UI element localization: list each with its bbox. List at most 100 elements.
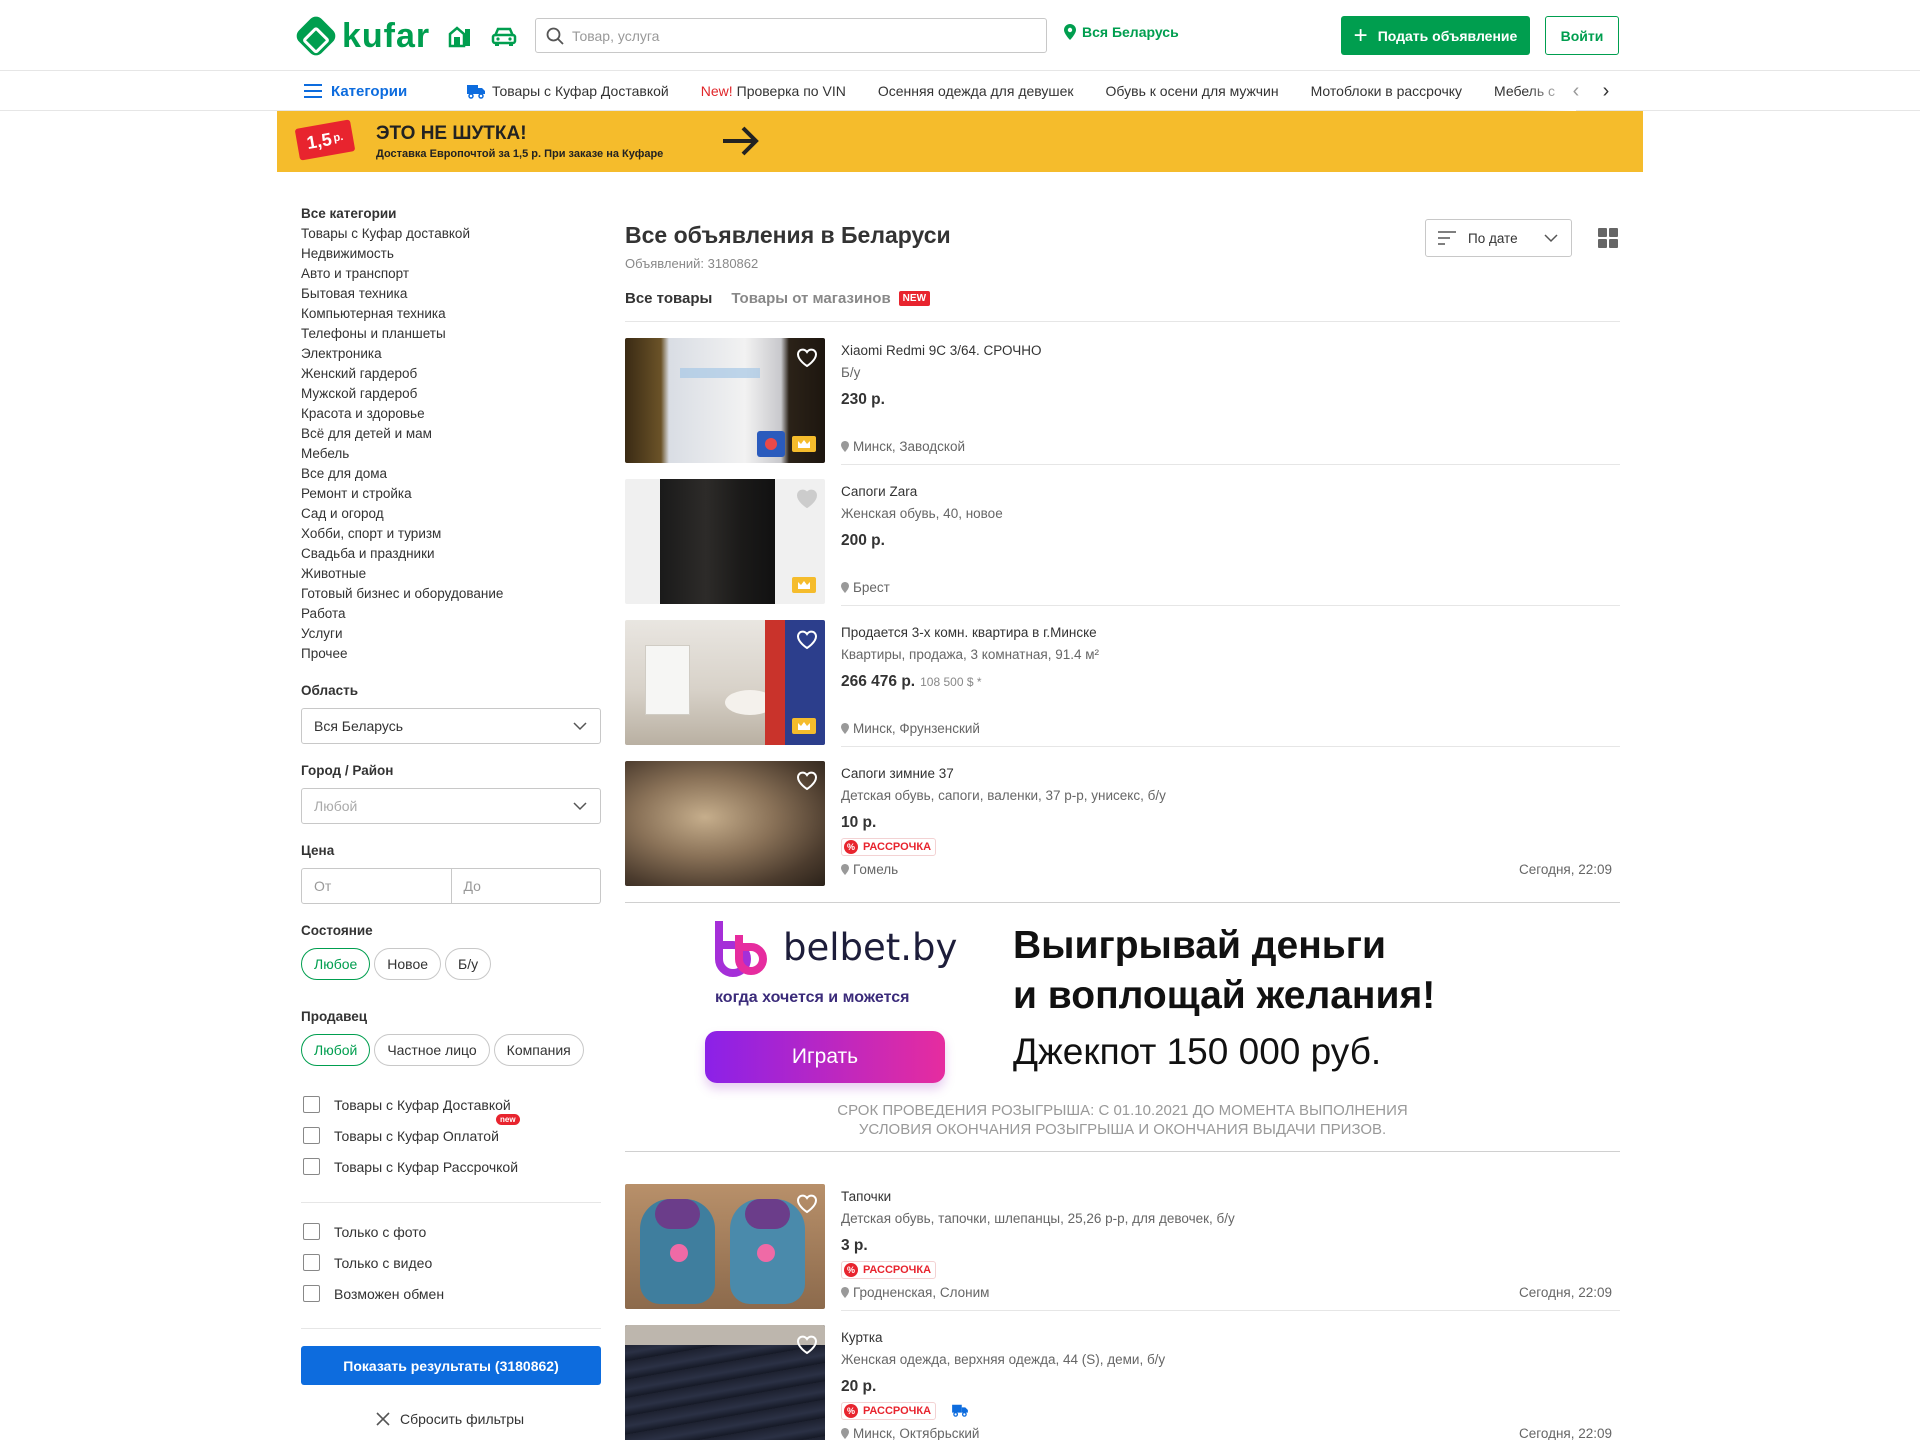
car-icon[interactable]	[490, 22, 518, 50]
chevron-right-icon[interactable]: ›	[1596, 80, 1616, 102]
filter-sidebar: Все категории Товары с Куфар доставкой Н…	[301, 204, 601, 1427]
checkbox-box[interactable]	[303, 1223, 320, 1240]
checkbox-box[interactable]	[303, 1096, 320, 1113]
category-item[interactable]: Животные	[301, 564, 601, 584]
promo-banner[interactable]: 1,5 р. ЭТО НЕ ШУТКА! Доставка Европочтой …	[277, 111, 1643, 172]
category-item[interactable]: Работа	[301, 604, 601, 624]
listing-photo[interactable]	[625, 1325, 825, 1440]
seller-any-chip[interactable]: Любой	[301, 1034, 371, 1066]
category-item[interactable]: Электроника	[301, 344, 601, 364]
listing-item[interactable]: Тапочки Детская обувь, тапочки, шлепанцы…	[625, 1184, 1620, 1311]
tab-shop-goods[interactable]: Товары от магазинов NEW	[731, 290, 931, 307]
city-select-placeholder: Любой	[314, 798, 358, 814]
exchange-checkbox[interactable]: Возможен обмен	[303, 1285, 444, 1302]
category-item[interactable]: Бытовая техника	[301, 284, 601, 304]
category-item[interactable]: Компьютерная техника	[301, 304, 601, 324]
category-item[interactable]: Всё для детей и мам	[301, 424, 601, 444]
heart-icon[interactable]	[796, 1335, 818, 1355]
category-item[interactable]: Услуги	[301, 624, 601, 644]
login-button[interactable]: Войти	[1545, 16, 1619, 55]
truck-icon	[952, 1404, 968, 1417]
listing-title[interactable]: Продается 3-х комн. квартира в г.Минске	[841, 625, 1097, 640]
nav-link-delivery[interactable]: Товары с Куфар Доставкой	[466, 83, 669, 99]
listing-item[interactable]: Сапоги зимние 37 Детская обувь, сапоги, …	[625, 761, 1620, 888]
price-range: От До	[301, 868, 601, 904]
category-item[interactable]: Красота и здоровье	[301, 404, 601, 424]
category-item[interactable]: Ремонт и стройка	[301, 484, 601, 504]
checkbox-box[interactable]	[303, 1127, 320, 1144]
price-from-input[interactable]: От	[301, 868, 452, 904]
heart-icon[interactable]	[796, 489, 818, 509]
listing-item[interactable]: Продается 3-х комн. квартира в г.Минске …	[625, 620, 1620, 747]
nav-link-autumn-men[interactable]: Обувь к осени для мужчин	[1106, 83, 1279, 99]
photo-only-checkbox[interactable]: Только с фото	[303, 1223, 426, 1240]
price-to-input[interactable]: До	[451, 868, 601, 904]
heart-icon[interactable]	[796, 771, 818, 791]
condition-any-chip[interactable]: Любое	[301, 948, 371, 980]
category-item[interactable]: Прочее	[301, 644, 601, 664]
grid-view-icon[interactable]	[1598, 228, 1618, 248]
condition-used-chip[interactable]: Б/у	[445, 948, 492, 980]
post-ad-button[interactable]: + Подать объявление	[1341, 16, 1530, 55]
category-item[interactable]: Мебель	[301, 444, 601, 464]
category-item[interactable]: Все для дома	[301, 464, 601, 484]
category-item[interactable]: Свадьба и праздники	[301, 544, 601, 564]
category-item[interactable]: Товары с Куфар доставкой	[301, 224, 601, 244]
category-item[interactable]: Авто и транспорт	[301, 264, 601, 284]
checkbox-box[interactable]	[303, 1158, 320, 1175]
seller-private-chip[interactable]: Частное лицо	[374, 1034, 490, 1066]
video-only-checkbox[interactable]: Только с видео	[303, 1254, 432, 1271]
category-item[interactable]: Хобби, спорт и туризм	[301, 524, 601, 544]
checkbox-box[interactable]	[303, 1254, 320, 1271]
show-results-button[interactable]: Показать результаты (3180862)	[301, 1346, 601, 1385]
listing-photo[interactable]	[625, 1184, 825, 1309]
nav-link-vin[interactable]: New! Проверка по VIN	[701, 83, 846, 99]
ad-headline: Выигрывай деньги и воплощай желания!	[1013, 921, 1435, 1021]
kufar-logo[interactable]: kufar	[293, 13, 430, 59]
delivery-checkbox[interactable]: Товары с Куфар Доставкой	[303, 1096, 511, 1113]
tab-all-goods[interactable]: Все товары	[625, 290, 712, 307]
search-input[interactable]	[572, 27, 1012, 44]
listing-item[interactable]: Сапоги Zara Женская обувь, 40, новое 200…	[625, 479, 1620, 606]
search-box[interactable]	[535, 18, 1047, 53]
advertisement[interactable]: belbet.by когда хочется и можется Играть…	[625, 902, 1620, 1152]
nav-link-motoblocks[interactable]: Мотоблоки в рассрочку	[1311, 83, 1462, 99]
category-item[interactable]: Недвижимость	[301, 244, 601, 264]
listing-title[interactable]: Сапоги зимние 37	[841, 766, 954, 781]
reset-filters-button[interactable]: Сбросить фильтры	[376, 1411, 524, 1427]
checkbox-box[interactable]	[303, 1285, 320, 1302]
sort-select[interactable]: По дате	[1425, 219, 1572, 257]
seller-company-chip[interactable]: Компания	[493, 1034, 584, 1066]
category-item[interactable]: Сад и огород	[301, 504, 601, 524]
play-button[interactable]: Играть	[705, 1031, 945, 1083]
listing-title[interactable]: Тапочки	[841, 1189, 891, 1204]
listing-price: 3 р.	[841, 1237, 868, 1254]
listing-item[interactable]: Куртка Женская одежда, верхняя одежда, 4…	[625, 1325, 1620, 1440]
heart-icon[interactable]	[796, 1194, 818, 1214]
region-selector[interactable]: Вся Беларусь	[1064, 24, 1179, 40]
listing-photo[interactable]	[625, 761, 825, 886]
heart-icon[interactable]	[796, 630, 818, 650]
chevron-left-icon[interactable]: ‹	[1566, 80, 1586, 102]
category-item[interactable]: Все категории	[301, 204, 601, 224]
house-icon[interactable]	[446, 22, 474, 50]
category-item[interactable]: Мужской гардероб	[301, 384, 601, 404]
city-select[interactable]: Любой	[301, 788, 601, 824]
category-item[interactable]: Женский гардероб	[301, 364, 601, 384]
installment-checkbox[interactable]: Товары с Куфар Рассрочкой	[303, 1158, 518, 1175]
percent-icon: %	[844, 1404, 858, 1418]
listing-title[interactable]: Сапоги Zara	[841, 484, 917, 499]
region-select[interactable]: Вся Беларусь	[301, 708, 601, 744]
category-item[interactable]: Готовый бизнес и оборудование	[301, 584, 601, 604]
payment-checkbox[interactable]: Товары с Куфар Оплатой new	[303, 1114, 520, 1144]
listing-details: Женская одежда, верхняя одежда, 44 (S), …	[841, 1352, 1166, 1367]
category-item[interactable]: Телефоны и планшеты	[301, 324, 601, 344]
top-nav: Категории Товары с Куфар Доставкой New! …	[0, 71, 1920, 111]
condition-new-chip[interactable]: Новое	[374, 948, 442, 980]
listing-title[interactable]: Куртка	[841, 1330, 883, 1345]
listing-item[interactable]: Xiaomi Redmi 9C 3/64. СРОЧНО Б/у 230 р. …	[625, 338, 1620, 465]
nav-link-autumn-women[interactable]: Осенняя одежда для девушек	[878, 83, 1074, 99]
heart-icon[interactable]	[796, 348, 818, 368]
categories-menu-button[interactable]: Категории	[304, 71, 407, 111]
listing-title[interactable]: Xiaomi Redmi 9C 3/64. СРОЧНО	[841, 343, 1041, 358]
